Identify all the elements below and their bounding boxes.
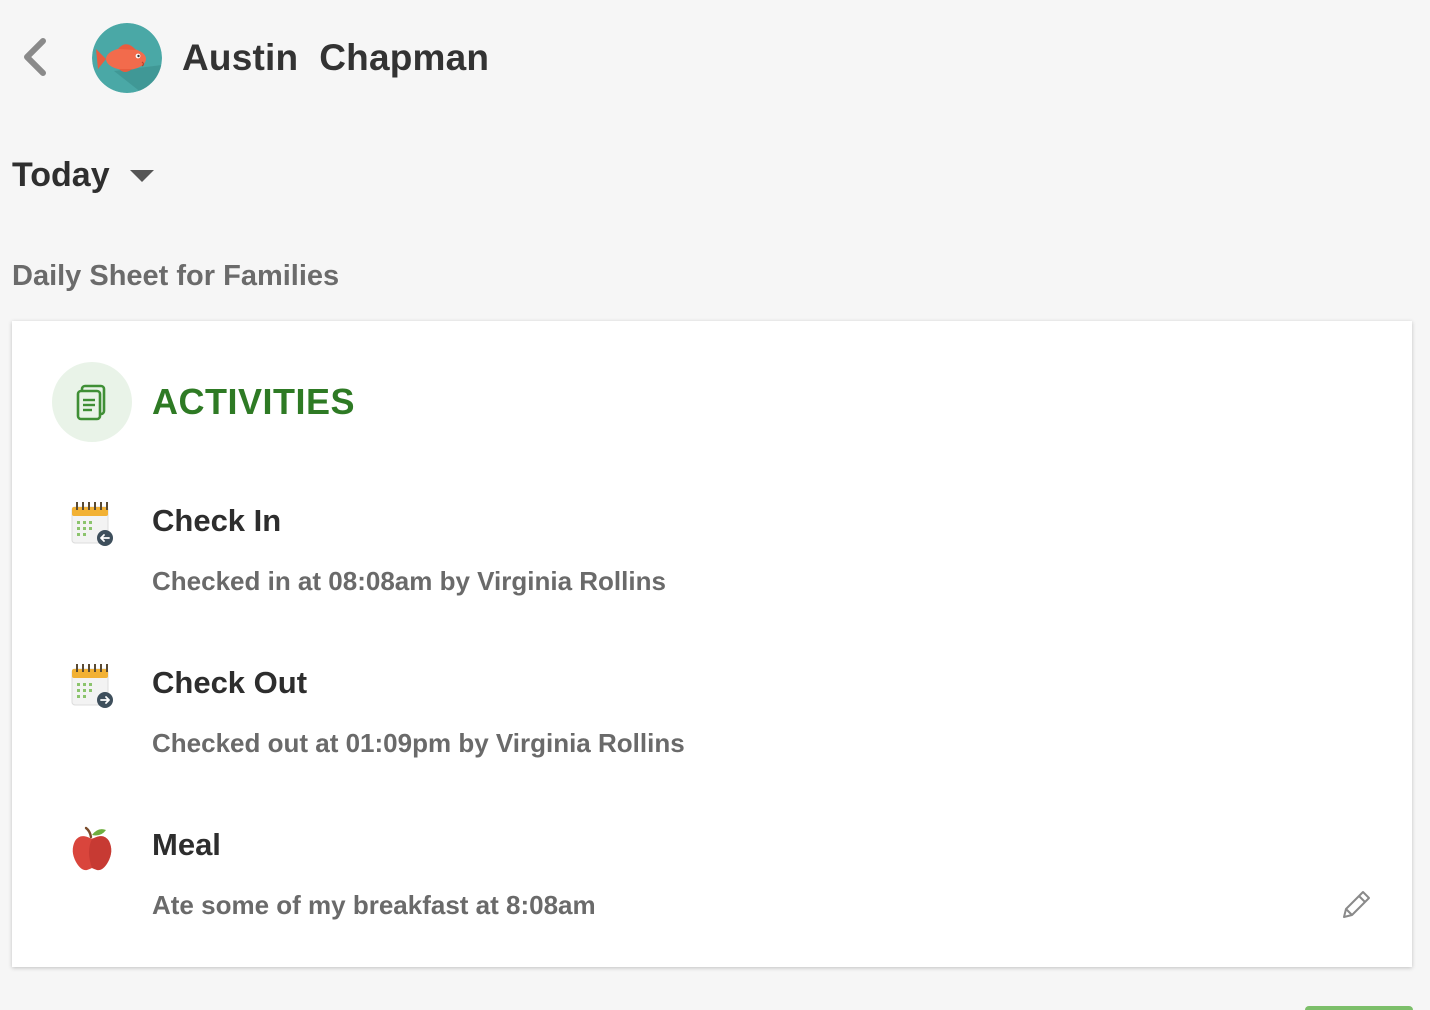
section-title: Daily Sheet for Families [12, 260, 340, 292]
caret-down-icon [129, 170, 154, 182]
activity-description: Ate some of my breakfast at 8:08am [152, 890, 596, 920]
activity-description: Checked in at 08:08am by Virginia Rollin… [152, 566, 666, 596]
activity-description: Checked out at 01:09pm by Virginia Rolli… [152, 728, 685, 758]
edit-button[interactable] [1336, 885, 1376, 925]
activity-title: Check Out [152, 665, 308, 700]
daily-sheet-page: Austin Chapman Today Daily Sheet for Fam… [0, 0, 1430, 1010]
avatar[interactable] [92, 23, 162, 93]
calendar-checkout-icon [68, 663, 116, 711]
header: Austin Chapman [0, 0, 1430, 116]
fish-icon [92, 23, 162, 93]
activities-title: ACTIVITIES [152, 381, 356, 422]
back-button[interactable] [14, 34, 54, 80]
activity-title: Meal [152, 827, 221, 862]
date-selector-dropdown[interactable]: Today [12, 150, 154, 200]
chevron-left-icon [24, 38, 46, 76]
bottom-action-button-edge[interactable] [1305, 1006, 1413, 1010]
activity-title: Check In [152, 503, 282, 538]
calendar-checkin-icon [68, 501, 116, 549]
apple-icon [68, 825, 116, 873]
document-icon [76, 384, 106, 421]
activities-card: ACTIVITIES Check In Checked in at 08:08a… [12, 321, 1412, 967]
activities-header-icon [52, 362, 132, 442]
date-selector-label: Today [12, 155, 110, 194]
child-name: Austin Chapman [182, 37, 490, 78]
pencil-icon [1343, 891, 1370, 918]
